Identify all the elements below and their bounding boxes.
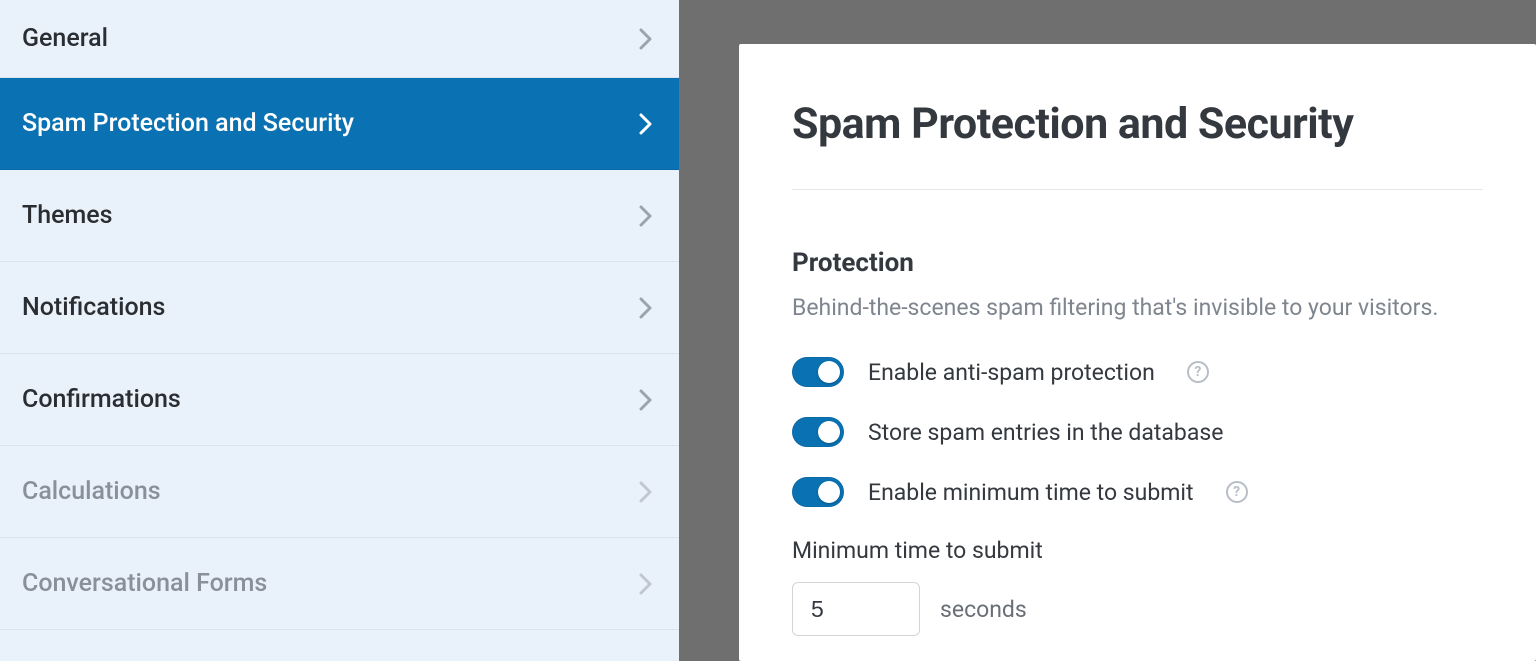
- toggle-label: Enable anti-spam protection: [868, 359, 1155, 386]
- sidebar-item-label: Confirmations: [22, 385, 181, 414]
- sidebar-item-confirmations[interactable]: Confirmations: [0, 354, 679, 446]
- toggle-row-min-time: Enable minimum time to submit ?: [792, 477, 1483, 507]
- toggle-label: Store spam entries in the database: [868, 419, 1223, 446]
- unit-label: seconds: [940, 596, 1027, 623]
- section-subtitle: Behind-the-scenes spam filtering that's …: [792, 292, 1483, 323]
- sidebar-item-themes[interactable]: Themes: [0, 170, 679, 262]
- settings-sidebar: General Spam Protection and Security The…: [0, 0, 679, 661]
- toggle-knob: [818, 481, 840, 503]
- toggle-row-anti-spam: Enable anti-spam protection ?: [792, 357, 1483, 387]
- toggle-knob: [818, 421, 840, 443]
- sidebar-item-general[interactable]: General: [0, 0, 679, 78]
- chevron-right-icon: [639, 28, 653, 50]
- sidebar-item-label: Notifications: [22, 293, 165, 322]
- sidebar-item-calculations[interactable]: Calculations: [0, 446, 679, 538]
- section-title: Protection: [792, 248, 1483, 278]
- sidebar-item-label: Spam Protection and Security: [22, 109, 354, 138]
- help-icon[interactable]: ?: [1226, 481, 1248, 503]
- toggle-min-time[interactable]: [792, 477, 844, 507]
- sidebar-item-label: Conversational Forms: [22, 569, 267, 598]
- sidebar-item-spam-protection[interactable]: Spam Protection and Security: [0, 78, 679, 170]
- toggle-group: Enable anti-spam protection ? Store spam…: [792, 357, 1483, 507]
- chevron-right-icon: [639, 573, 653, 595]
- toggle-knob: [818, 361, 840, 383]
- toggle-label: Enable minimum time to submit: [868, 479, 1194, 506]
- divider: [792, 189, 1483, 190]
- chevron-right-icon: [639, 481, 653, 503]
- settings-panel: Spam Protection and Security Protection …: [739, 44, 1536, 661]
- field-row: seconds: [792, 582, 1483, 636]
- min-time-field: Minimum time to submit seconds: [792, 537, 1483, 636]
- sidebar-item-conversational-forms[interactable]: Conversational Forms: [0, 538, 679, 630]
- field-label: Minimum time to submit: [792, 537, 1483, 564]
- chevron-right-icon: [639, 205, 653, 227]
- chevron-right-icon: [639, 297, 653, 319]
- toggle-store-spam[interactable]: [792, 417, 844, 447]
- sidebar-item-label: Themes: [22, 201, 113, 230]
- toggle-row-store-spam: Store spam entries in the database: [792, 417, 1483, 447]
- min-time-input[interactable]: [792, 582, 920, 636]
- chevron-right-icon: [639, 389, 653, 411]
- chevron-right-icon: [639, 113, 653, 135]
- toggle-anti-spam[interactable]: [792, 357, 844, 387]
- help-icon[interactable]: ?: [1187, 361, 1209, 383]
- sidebar-item-label: Calculations: [22, 477, 161, 506]
- sidebar-item-label: General: [22, 24, 108, 53]
- sidebar-item-notifications[interactable]: Notifications: [0, 262, 679, 354]
- page-title: Spam Protection and Security: [792, 100, 1483, 149]
